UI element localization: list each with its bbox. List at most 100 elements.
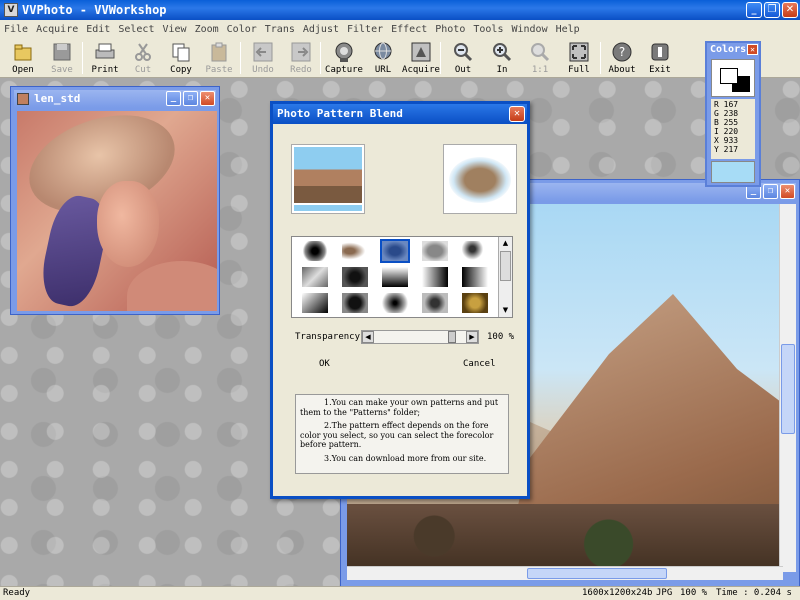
pattern-swatch[interactable] (462, 241, 488, 261)
image-minimize-button[interactable]: _ (166, 91, 181, 106)
menu-window[interactable]: Window (511, 24, 547, 35)
copy-button[interactable]: Copy (162, 38, 200, 78)
pattern-swatch[interactable] (302, 293, 328, 313)
photo-horizontal-scrollbar[interactable] (347, 566, 783, 580)
pattern-swatch[interactable] (462, 267, 488, 287)
maximize-button[interactable]: ❐ (764, 2, 780, 18)
colors-panel-titlebar[interactable]: Colors ✕ (707, 43, 759, 56)
menu-filter[interactable]: Filter (347, 24, 383, 35)
photo-maximize-button[interactable]: ❐ (763, 184, 778, 199)
menu-acquire[interactable]: Acquire (36, 24, 78, 35)
workspace: _ ❐ ✕ len_std _ ❐ ✕ Photo Pattern Blend … (0, 78, 800, 586)
exit-button[interactable]: Exit (641, 38, 679, 78)
menu-adjust[interactable]: Adjust (303, 24, 339, 35)
colors-panel[interactable]: Colors ✕ R 167 G 238 B 255 I 220 X 933 Y 217 (705, 41, 761, 187)
source-preview-bar (294, 205, 362, 211)
minimize-button[interactable]: _ (746, 2, 762, 18)
colors-close-button[interactable]: ✕ (747, 44, 758, 55)
pattern-grid[interactable]: ▲ ▼ (291, 236, 513, 318)
menu-view[interactable]: View (162, 24, 186, 35)
photo-vscroll-thumb[interactable] (781, 344, 795, 434)
photo-close-button[interactable]: ✕ (780, 184, 795, 199)
pattern-scroll-thumb[interactable] (500, 251, 511, 281)
pattern-swatch[interactable] (342, 293, 368, 313)
capture-button[interactable]: Capture (325, 38, 363, 78)
pattern-swatch[interactable] (382, 267, 408, 287)
slider-knob[interactable] (447, 331, 456, 343)
dialog-close-button[interactable]: ✕ (509, 106, 525, 122)
out-button[interactable]: Out (444, 38, 482, 78)
image-close-button[interactable]: ✕ (200, 91, 215, 106)
image-maximize-button[interactable]: ❐ (183, 91, 198, 106)
note-3: 3.You can download more from our site. (324, 453, 487, 463)
menu-effect[interactable]: Effect (391, 24, 427, 35)
menu-trans[interactable]: Trans (265, 24, 295, 35)
foreground-color-swatch[interactable] (720, 68, 738, 84)
in-button[interactable]: In (483, 38, 521, 78)
color-readout-line: B 255 (714, 118, 739, 127)
acquire-icon (411, 42, 431, 62)
print-button[interactable]: Print (86, 38, 124, 78)
paste-button[interactable]: Paste (200, 38, 238, 78)
full-button[interactable]: Full (560, 38, 598, 78)
dialog-titlebar[interactable]: Photo Pattern Blend ✕ (273, 104, 527, 124)
color-swatches[interactable] (711, 59, 755, 97)
image-window-titlebar[interactable]: len_std _ ❐ ✕ (14, 90, 216, 108)
pattern-scrollbar[interactable]: ▲ ▼ (498, 237, 512, 317)
menu-photo[interactable]: Photo (435, 24, 465, 35)
menu-select[interactable]: Select (118, 24, 154, 35)
pattern-swatch[interactable] (382, 293, 408, 313)
pattern-swatch[interactable] (422, 293, 448, 313)
open-button[interactable]: Open (4, 38, 42, 78)
undo-button[interactable]: Undo (244, 38, 282, 78)
fullscreen-icon (569, 42, 589, 62)
pattern-swatch[interactable] (302, 267, 328, 287)
portrait-image[interactable] (17, 111, 217, 311)
menu-file[interactable]: File (4, 24, 28, 35)
color-readout-line: X 933 (714, 136, 739, 145)
status-ready: Ready (3, 588, 31, 598)
status-time: Time : 0.204 s (716, 588, 792, 598)
pattern-swatch[interactable] (422, 241, 448, 261)
print-icon (95, 43, 115, 59)
redo-button[interactable]: Redo (282, 38, 320, 78)
pattern-swatch[interactable] (380, 239, 410, 263)
toolbar-label: Print (91, 65, 119, 75)
pattern-scroll-down-icon[interactable]: ▼ (500, 305, 511, 316)
menu-edit[interactable]: Edit (86, 24, 110, 35)
url-button[interactable]: URL (364, 38, 402, 78)
pattern-scroll-up-icon[interactable]: ▲ (500, 238, 511, 249)
cancel-button[interactable]: Cancel (463, 359, 496, 369)
pattern-swatch[interactable] (342, 267, 368, 287)
toolbar-label: About (608, 65, 636, 75)
pattern-swatch[interactable] (462, 293, 488, 313)
slider-left-arrow-icon[interactable]: ◀ (362, 331, 374, 343)
acquire-button[interactable]: Acquire (402, 38, 440, 78)
about-button[interactable]: ? About (603, 38, 641, 78)
pattern-swatch[interactable] (302, 241, 328, 261)
image-window[interactable]: len_std _ ❐ ✕ (11, 87, 219, 314)
1-1-button[interactable]: 1:1 (521, 38, 559, 78)
ok-button[interactable]: OK (319, 359, 330, 369)
menu-tools[interactable]: Tools (473, 24, 503, 35)
toolbar-label: Open (12, 65, 34, 75)
transparency-slider[interactable]: ◀ ▶ (361, 330, 479, 344)
slider-right-arrow-icon[interactable]: ▶ (466, 331, 478, 343)
source-preview-image (294, 147, 362, 203)
save-button[interactable]: Save (43, 38, 81, 78)
photo-vertical-scrollbar[interactable] (779, 204, 796, 572)
menu-color[interactable]: Color (227, 24, 257, 35)
color-readout-line: I 220 (714, 127, 739, 136)
pattern-swatch[interactable] (422, 267, 448, 287)
pattern-blend-dialog[interactable]: Photo Pattern Blend ✕ ▲ ▼ Transparency ◀… (270, 101, 530, 499)
toolbar-label: Acquire (402, 65, 440, 75)
status-bar: Ready 1600x1200x24b JPG 100 % Time : 0.2… (0, 586, 800, 600)
cut-button[interactable]: Cut (124, 38, 162, 78)
photo-hscroll-thumb[interactable] (527, 568, 667, 579)
pattern-swatch[interactable] (342, 241, 368, 261)
close-button[interactable]: ✕ (782, 2, 798, 18)
result-preview-image (449, 157, 511, 203)
menu-zoom[interactable]: Zoom (195, 24, 219, 35)
menu-help[interactable]: Help (556, 24, 580, 35)
toolbar-separator (82, 42, 83, 74)
